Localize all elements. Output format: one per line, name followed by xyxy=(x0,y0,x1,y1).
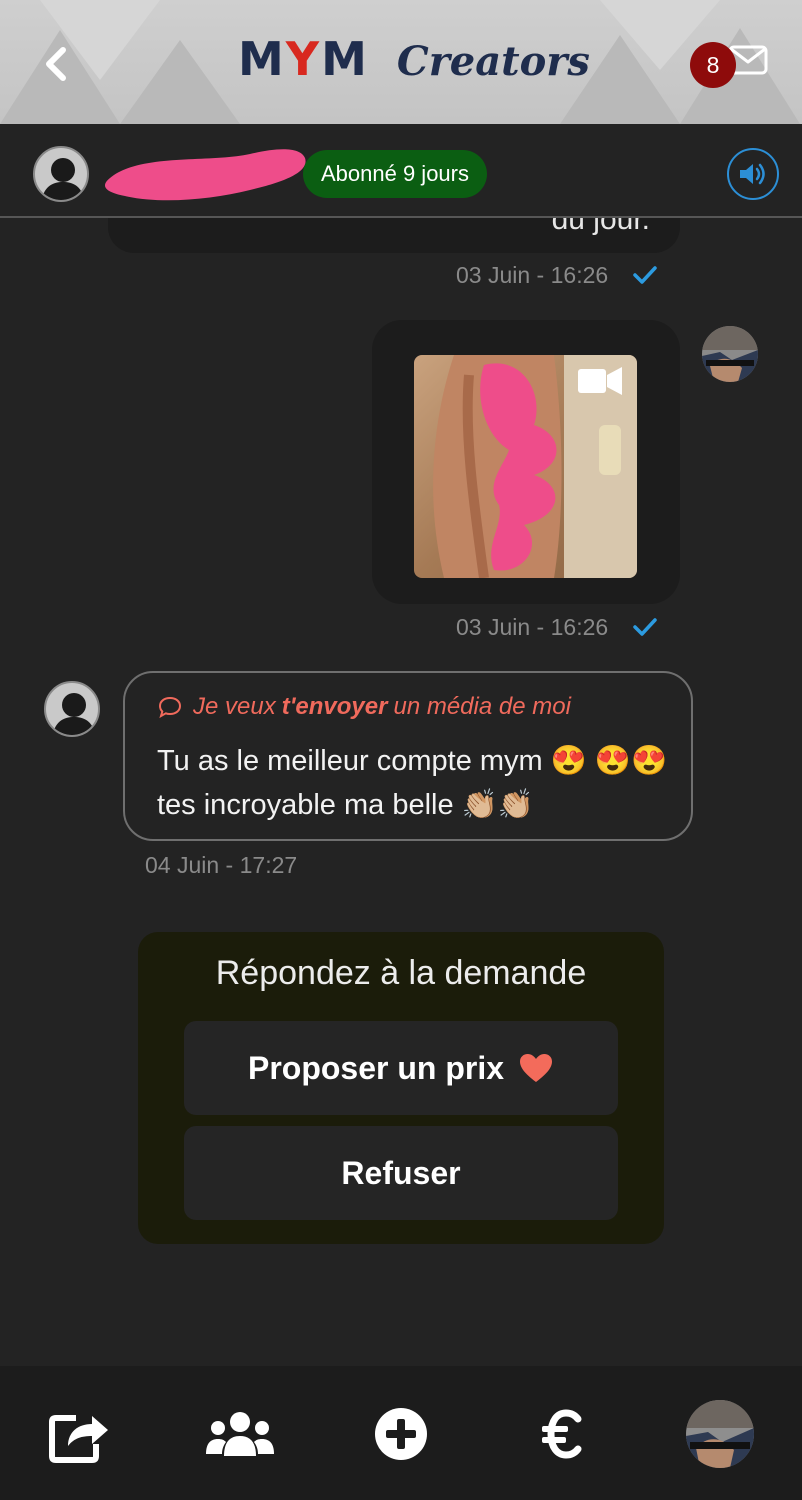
contact-bar: Abonné 9 jours xyxy=(0,124,802,218)
request-bold: t'envoyer xyxy=(281,693,388,720)
top-header: MYM Creators 8 xyxy=(0,0,802,124)
read-check-icon xyxy=(633,266,657,284)
logo-creators: Creators xyxy=(396,38,590,85)
sender-avatar[interactable] xyxy=(44,681,100,737)
users-icon xyxy=(206,1412,274,1456)
volume-icon xyxy=(740,163,765,185)
logo-mym: MYM xyxy=(238,32,369,86)
chevron-left-icon xyxy=(46,47,66,81)
refuse-label: Refuser xyxy=(341,1154,461,1191)
refuse-button[interactable]: Refuser xyxy=(184,1126,618,1220)
message-timestamp: 03 Juin - 16:26 xyxy=(456,614,609,640)
propose-price-button[interactable]: Proposer un prix xyxy=(184,1021,618,1115)
redacted-contact-name xyxy=(105,149,306,201)
logo-m1: M xyxy=(238,32,286,86)
video-camera-icon xyxy=(578,367,622,395)
user-silhouette-icon xyxy=(41,158,85,200)
nav-profile-button[interactable] xyxy=(686,1400,754,1468)
unread-count-badge: 8 xyxy=(690,42,736,88)
nav-earnings-button[interactable] xyxy=(526,1398,598,1470)
incoming-message-bubble: Je veux t'envoyer un média de moi Tu as … xyxy=(123,671,693,841)
heart-icon xyxy=(520,1054,553,1082)
nav-add-button[interactable] xyxy=(365,1398,437,1470)
response-title: Répondez à la demande xyxy=(215,954,587,992)
back-button[interactable] xyxy=(30,38,82,90)
profile-avatar xyxy=(686,1400,754,1468)
mym-creators-logo: MYM Creators xyxy=(238,32,590,92)
message-text: du jour. xyxy=(551,218,650,236)
euro-icon xyxy=(542,1409,582,1459)
logo-m2: M xyxy=(321,32,369,86)
speech-bubble-icon xyxy=(158,696,182,719)
request-suffix: un média de moi xyxy=(393,693,571,720)
plus-circle-icon xyxy=(375,1408,427,1460)
sound-toggle-button[interactable] xyxy=(727,148,779,200)
logo-y: Y xyxy=(285,32,322,86)
message-text: Tu as le meilleur compte mym 😍 😍😍tes inc… xyxy=(157,745,668,821)
chat-screen: MYM Creators 8 Abonné 9 jours du jour. 0… xyxy=(0,0,802,1500)
messages-button[interactable]: 8 xyxy=(688,40,778,92)
video-thumbnail-image xyxy=(414,355,637,578)
creator-avatar xyxy=(702,326,758,382)
request-response-panel: Répondez à la demande Proposer un prix R… xyxy=(138,932,664,1244)
subscription-badge: Abonné 9 jours xyxy=(303,150,487,198)
chat-messages[interactable]: du jour. 03 Juin - 16:26 03 Juin - 16:26… xyxy=(0,218,802,1366)
request-prefix: Je veux xyxy=(193,693,276,720)
video-thumbnail[interactable] xyxy=(414,355,637,578)
propose-price-label: Proposer un prix xyxy=(247,1049,505,1086)
bottom-navigation xyxy=(0,1366,802,1500)
message-timestamp: 04 Juin - 17:27 xyxy=(145,852,298,878)
outgoing-text-bubble: du jour. xyxy=(108,218,680,253)
message-timestamp: 03 Juin - 16:26 xyxy=(456,262,609,288)
user-silhouette-icon xyxy=(52,693,96,735)
media-request-label: Je veux t'envoyer un média de moi xyxy=(157,693,571,721)
creator-photo xyxy=(702,326,758,382)
read-check-icon xyxy=(633,618,657,636)
contact-avatar[interactable] xyxy=(33,146,89,202)
nav-fans-button[interactable] xyxy=(204,1398,276,1470)
nav-share-button[interactable] xyxy=(43,1398,115,1470)
share-icon xyxy=(49,1415,108,1463)
